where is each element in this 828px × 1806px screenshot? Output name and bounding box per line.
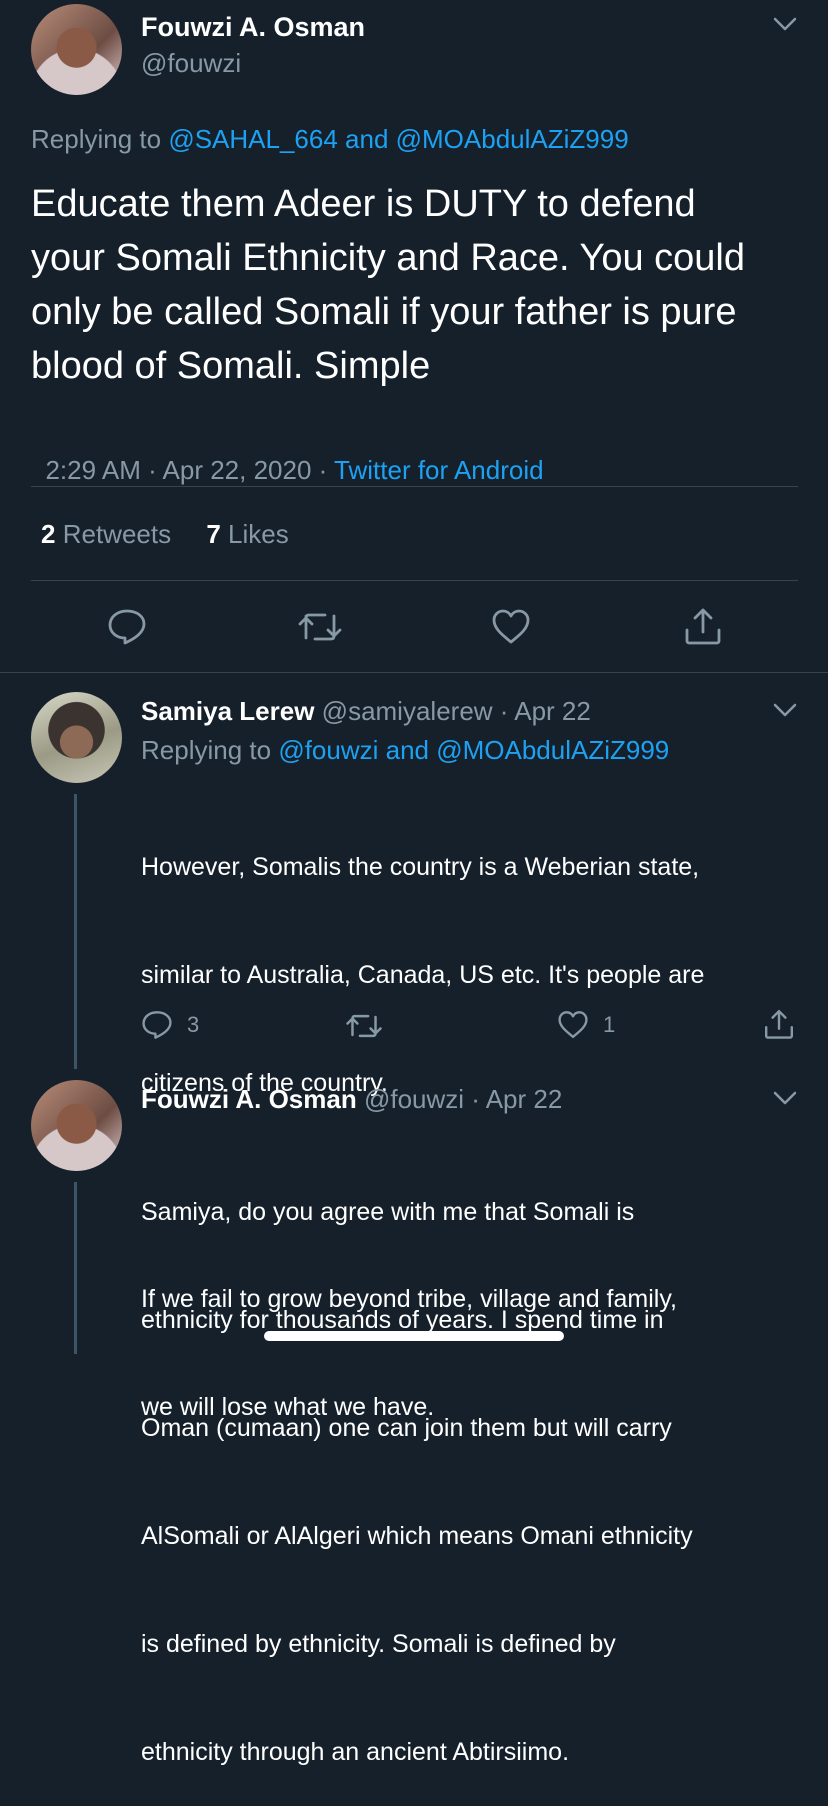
tweet-timestamp-row: 2:29 AM · Apr 22, 2020 · Twitter for And… (31, 424, 544, 486)
reply-button[interactable]: 3 (141, 1010, 199, 1040)
reply-text: Samiya, do you agree with me that Somali… (141, 1122, 693, 1806)
chevron-down-icon[interactable] (772, 14, 798, 34)
reply-text-line: is defined by ethnicity. Somali is defin… (141, 1630, 616, 1658)
like-button[interactable]: 1 (557, 1010, 615, 1040)
reply-text-line: similar to Australia, Canada, US etc. It… (141, 961, 705, 989)
replying-users-link[interactable]: @fouwzi and @MOAbdulAZiZ999 (278, 735, 669, 765)
tweet-text: Educate them Adeer is DUTY to defend you… (31, 177, 745, 393)
thread-line (74, 1182, 77, 1354)
replying-prefix: Replying to (31, 124, 162, 154)
reply-meta[interactable]: @fouwzi · Apr 22 (364, 1084, 562, 1114)
likes-stat[interactable]: 7 Likes (206, 519, 288, 549)
share-button[interactable] (683, 606, 723, 646)
tweet-timestamp: 2:29 AM · Apr 22, 2020 · (45, 455, 335, 485)
likes-label: Likes (228, 519, 289, 549)
reply-replying-to: Replying to @fouwzi and @MOAbdulAZiZ999 (141, 735, 669, 766)
retweets-count: 2 (41, 519, 56, 549)
tweet-text-line: Educate them Adeer is DUTY to defend (31, 183, 696, 225)
like-count: 1 (603, 1012, 616, 1037)
likes-count: 7 (206, 519, 221, 549)
tweet-source-link[interactable]: Twitter for Android (334, 455, 544, 485)
share-button[interactable] (763, 1008, 795, 1040)
chevron-down-icon[interactable] (772, 1088, 798, 1108)
reply-meta[interactable]: @samiyalerew · Apr 22 (322, 696, 591, 726)
share-icon (685, 608, 721, 645)
divider (31, 486, 798, 487)
reply-button[interactable] (107, 608, 147, 646)
reply-header: Fouwzi A. Osman @fouwzi · Apr 22 (141, 1084, 562, 1115)
like-button[interactable] (491, 608, 531, 646)
engagement-stats: 2 Retweets 7 Likes (41, 519, 289, 550)
retweet-icon (346, 1014, 382, 1038)
author-handle[interactable]: @fouwzi (141, 48, 241, 79)
replying-to: Replying to @SAHAL_664 and @MOAbdulAZiZ9… (31, 124, 629, 155)
replying-prefix: Replying to (141, 735, 272, 765)
replying-users-link[interactable]: @SAHAL_664 and @MOAbdulAZiZ999 (168, 124, 628, 154)
reply-text-line: AlSomali or AlAlgeri which means Omani e… (141, 1522, 693, 1550)
tweet-text-line: blood of Somali. Simple (31, 345, 431, 387)
reply-author-name[interactable]: Samiya Lerew (141, 696, 314, 726)
retweet-button[interactable] (345, 1012, 383, 1040)
retweet-button[interactable] (297, 610, 343, 644)
reply-text-line: However, Somalis the country is a Weberi… (141, 853, 700, 881)
reply-text-line: ethnicity through an ancient Abtirsiimo. (141, 1738, 570, 1766)
retweet-icon (298, 613, 342, 641)
heart-icon (492, 609, 530, 644)
home-indicator[interactable] (264, 1331, 564, 1341)
author-avatar[interactable] (31, 4, 122, 95)
tweet-text-line: your Somali Ethnicity and Race. You coul… (31, 237, 745, 279)
heart-icon (558, 1011, 588, 1039)
reply-author-name[interactable]: Fouwzi A. Osman (141, 1084, 357, 1114)
reply-author-avatar[interactable] (31, 1080, 122, 1171)
share-icon (765, 1010, 793, 1039)
reply-count: 3 (187, 1012, 200, 1037)
reply-text-line: Oman (cumaan) one can join them but will… (141, 1414, 672, 1442)
retweets-label: Retweets (62, 519, 172, 549)
reply-author-avatar[interactable] (31, 692, 122, 783)
retweets-stat[interactable]: 2 Retweets (41, 519, 178, 549)
reply-header: Samiya Lerew @samiyalerew · Apr 22 (141, 696, 591, 727)
divider (31, 580, 798, 581)
author-name[interactable]: Fouwzi A. Osman (141, 12, 365, 43)
reply-icon (142, 1011, 172, 1039)
reply-icon (108, 609, 146, 645)
thread-line (74, 794, 77, 1069)
reply-text-line: Samiya, do you agree with me that Somali… (141, 1198, 635, 1226)
chevron-down-icon[interactable] (772, 700, 798, 720)
tweet-text-line: only be called Somali if your father is … (31, 291, 737, 333)
divider (0, 672, 828, 673)
